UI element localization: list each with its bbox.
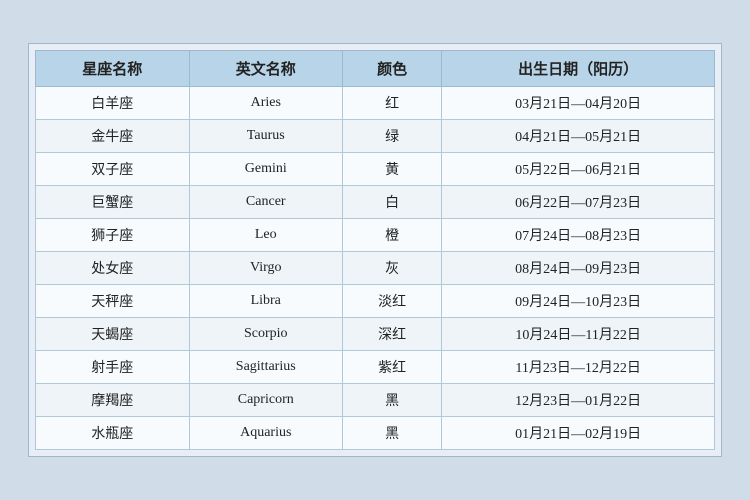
cell-chinese-name: 天蝎座 <box>36 318 190 351</box>
cell-chinese-name: 双子座 <box>36 153 190 186</box>
cell-date: 12月23日—01月22日 <box>442 384 715 417</box>
table-row: 巨蟹座Cancer白06月22日—07月23日 <box>36 186 715 219</box>
cell-english-name: Libra <box>189 285 343 318</box>
cell-color: 深红 <box>343 318 442 351</box>
table-row: 双子座Gemini黄05月22日—06月21日 <box>36 153 715 186</box>
table-row: 狮子座Leo橙07月24日—08月23日 <box>36 219 715 252</box>
cell-english-name: Aquarius <box>189 417 343 450</box>
cell-chinese-name: 巨蟹座 <box>36 186 190 219</box>
table-row: 白羊座Aries红03月21日—04月20日 <box>36 87 715 120</box>
zodiac-table: 星座名称 英文名称 颜色 出生日期（阳历） 白羊座Aries红03月21日—04… <box>35 50 715 450</box>
cell-chinese-name: 摩羯座 <box>36 384 190 417</box>
table-row: 射手座Sagittarius紫红11月23日—12月22日 <box>36 351 715 384</box>
cell-date: 06月22日—07月23日 <box>442 186 715 219</box>
cell-english-name: Gemini <box>189 153 343 186</box>
cell-color: 绿 <box>343 120 442 153</box>
cell-english-name: Leo <box>189 219 343 252</box>
table-header-row: 星座名称 英文名称 颜色 出生日期（阳历） <box>36 51 715 87</box>
cell-color: 紫红 <box>343 351 442 384</box>
zodiac-table-container: 星座名称 英文名称 颜色 出生日期（阳历） 白羊座Aries红03月21日—04… <box>28 43 722 457</box>
cell-date: 08月24日—09月23日 <box>442 252 715 285</box>
cell-date: 01月21日—02月19日 <box>442 417 715 450</box>
cell-date: 11月23日—12月22日 <box>442 351 715 384</box>
cell-chinese-name: 处女座 <box>36 252 190 285</box>
cell-date: 03月21日—04月20日 <box>442 87 715 120</box>
cell-date: 04月21日—05月21日 <box>442 120 715 153</box>
cell-chinese-name: 狮子座 <box>36 219 190 252</box>
cell-english-name: Taurus <box>189 120 343 153</box>
cell-english-name: Sagittarius <box>189 351 343 384</box>
cell-english-name: Capricorn <box>189 384 343 417</box>
table-row: 处女座Virgo灰08月24日—09月23日 <box>36 252 715 285</box>
cell-english-name: Cancer <box>189 186 343 219</box>
cell-date: 10月24日—11月22日 <box>442 318 715 351</box>
cell-english-name: Aries <box>189 87 343 120</box>
cell-date: 05月22日—06月21日 <box>442 153 715 186</box>
cell-chinese-name: 射手座 <box>36 351 190 384</box>
cell-date: 07月24日—08月23日 <box>442 219 715 252</box>
cell-color: 黑 <box>343 384 442 417</box>
cell-color: 红 <box>343 87 442 120</box>
cell-date: 09月24日—10月23日 <box>442 285 715 318</box>
cell-color: 灰 <box>343 252 442 285</box>
cell-english-name: Scorpio <box>189 318 343 351</box>
cell-color: 淡红 <box>343 285 442 318</box>
table-row: 金牛座Taurus绿04月21日—05月21日 <box>36 120 715 153</box>
cell-color: 白 <box>343 186 442 219</box>
table-row: 天蝎座Scorpio深红10月24日—11月22日 <box>36 318 715 351</box>
cell-chinese-name: 水瓶座 <box>36 417 190 450</box>
table-row: 天秤座Libra淡红09月24日—10月23日 <box>36 285 715 318</box>
col-header-color: 颜色 <box>343 51 442 87</box>
cell-color: 黄 <box>343 153 442 186</box>
col-header-english: 英文名称 <box>189 51 343 87</box>
col-header-date: 出生日期（阳历） <box>442 51 715 87</box>
cell-english-name: Virgo <box>189 252 343 285</box>
table-row: 摩羯座Capricorn黑12月23日—01月22日 <box>36 384 715 417</box>
table-row: 水瓶座Aquarius黑01月21日—02月19日 <box>36 417 715 450</box>
cell-chinese-name: 天秤座 <box>36 285 190 318</box>
col-header-chinese: 星座名称 <box>36 51 190 87</box>
cell-chinese-name: 金牛座 <box>36 120 190 153</box>
cell-color: 橙 <box>343 219 442 252</box>
cell-chinese-name: 白羊座 <box>36 87 190 120</box>
cell-color: 黑 <box>343 417 442 450</box>
